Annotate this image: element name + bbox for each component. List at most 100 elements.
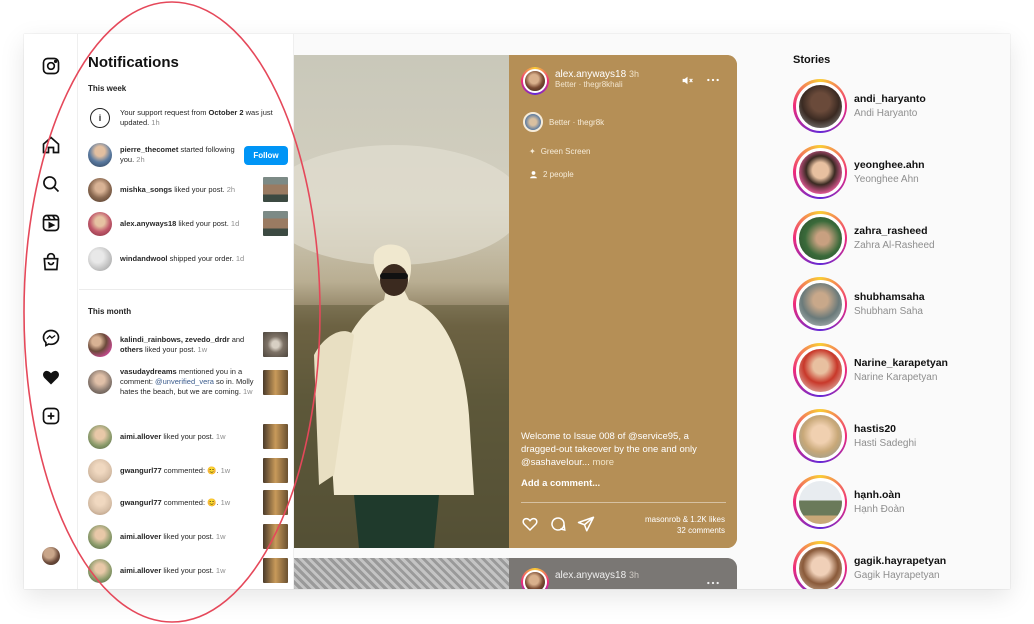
notification-item[interactable]: gwangurl77 commented: 😊. 1w <box>88 458 288 483</box>
share-icon[interactable] <box>577 515 595 533</box>
post-thumbnail[interactable] <box>263 524 288 549</box>
post-audio[interactable]: Better · thegr8khali <box>555 80 639 89</box>
post-thumbnail[interactable] <box>263 424 288 449</box>
story-username[interactable]: shubhamsaha <box>854 291 925 303</box>
post-photo[interactable] <box>294 55 509 548</box>
stories-panel: Stories andi_haryanto Andi Haryanto yeong… <box>764 34 1010 589</box>
story-avatar[interactable] <box>795 81 845 131</box>
effect-label[interactable]: ✦ Green Screen <box>529 147 591 156</box>
post-thumbnail[interactable] <box>263 332 288 357</box>
story-avatar[interactable] <box>795 543 845 589</box>
avatar[interactable] <box>88 458 112 483</box>
post-photo[interactable] <box>294 558 509 589</box>
post-author-name[interactable]: alex.anyways18 <box>555 69 626 80</box>
avatar[interactable] <box>88 247 112 271</box>
story-item[interactable]: zahra_rasheed Zahra Al-Rasheed <box>793 211 935 265</box>
reels-icon[interactable] <box>39 211 63 235</box>
story-username[interactable]: Narine_karapetyan <box>854 357 948 369</box>
story-fullname: Hạnh Đoàn <box>854 504 905 515</box>
story-avatar[interactable] <box>795 213 845 263</box>
story-item[interactable]: hạnh.oàn Hạnh Đoàn <box>793 475 905 529</box>
story-username[interactable]: yeonghee.ahn <box>854 159 925 171</box>
post-thumbnail[interactable] <box>263 490 288 515</box>
profile-avatar[interactable] <box>42 547 60 565</box>
notification-item[interactable]: vasudaydreams mentioned you in a comment… <box>88 367 288 397</box>
post-caption: Welcome to Issue 008 of @service95, a dr… <box>521 431 697 468</box>
left-nav-rail <box>24 34 78 589</box>
post-thumbnail[interactable] <box>263 211 288 236</box>
avatar[interactable] <box>88 524 112 549</box>
story-avatar[interactable] <box>795 279 845 329</box>
post-header: alex.anyways18 3h Better · thegr8khali <box>521 67 639 95</box>
notification-item[interactable]: aimi.allover liked your post. 1w <box>88 524 288 549</box>
add-comment-input[interactable]: Add a comment... <box>521 478 600 489</box>
avatar[interactable] <box>88 558 112 583</box>
info-icon: i <box>90 108 110 128</box>
create-icon[interactable] <box>39 404 63 428</box>
feed: alex.anyways18 3h Better · thegr8khali B… <box>294 34 764 589</box>
instagram-icon[interactable] <box>39 54 63 78</box>
messenger-icon[interactable] <box>39 326 63 350</box>
story-item[interactable]: shubhamsaha Shubham Saha <box>793 277 925 331</box>
story-username[interactable]: zahra_rasheed <box>854 225 935 237</box>
avatar[interactable] <box>88 370 112 394</box>
post-author-avatar[interactable] <box>521 568 549 589</box>
story-avatar[interactable] <box>795 345 845 395</box>
story-item[interactable]: andi_haryanto Andi Haryanto <box>793 79 926 133</box>
like-icon[interactable] <box>521 515 539 533</box>
avatar[interactable] <box>88 177 112 202</box>
notification-item[interactable]: pierre_thecomet started following you. 2… <box>88 143 288 167</box>
post-thumbnail[interactable] <box>263 177 288 202</box>
more-options-icon[interactable] <box>706 578 720 588</box>
post-thumbnail[interactable] <box>263 369 288 395</box>
likes-count[interactable]: masonrob & 1.2K likes <box>645 514 725 525</box>
post-thumbnail[interactable] <box>263 458 288 483</box>
home-icon[interactable] <box>39 133 63 157</box>
story-username[interactable]: hạnh.oàn <box>854 489 905 501</box>
story-avatar[interactable] <box>795 411 845 461</box>
mute-icon[interactable] <box>681 74 694 87</box>
caption-more-link[interactable]: more <box>592 457 614 468</box>
notification-item[interactable]: mishka_songs liked your post. 2h <box>88 177 288 202</box>
story-item[interactable]: gagik.hayrapetyan Gagik Hayrapetyan <box>793 541 946 589</box>
more-options-icon[interactable] <box>706 75 720 85</box>
avatar[interactable] <box>88 424 112 449</box>
notifications-title: Notifications <box>88 54 179 71</box>
avatar[interactable] <box>88 490 112 515</box>
track-avatar <box>523 112 543 132</box>
section-this-month: This month <box>88 307 132 316</box>
notification-item[interactable]: i Your support request from October 2 wa… <box>88 108 288 128</box>
person-icon <box>530 171 537 179</box>
story-item[interactable]: yeonghee.ahn Yeonghee Ahn <box>793 145 925 199</box>
story-avatar[interactable] <box>795 477 845 527</box>
comments-count[interactable]: 32 comments <box>645 525 725 536</box>
avatar[interactable] <box>88 143 112 167</box>
search-icon[interactable] <box>39 172 63 196</box>
post-header: alex.anyways18 3h <box>521 568 639 589</box>
post-photo-figure <box>294 145 509 548</box>
feed-post: alex.anyways18 3h Better · thegr8khali B… <box>294 55 737 548</box>
post-author-name[interactable]: alex.anyways18 <box>555 570 626 581</box>
story-item[interactable]: hastis20 Hasti Sadeghi <box>793 409 916 463</box>
comment-icon[interactable] <box>549 515 567 533</box>
post-author-avatar[interactable] <box>521 67 549 95</box>
story-item[interactable]: Narine_karapetyan Narine Karapetyan <box>793 343 948 397</box>
notification-item[interactable]: aimi.allover liked your post. 1w <box>88 558 288 583</box>
avatar[interactable] <box>88 332 112 357</box>
heart-icon[interactable] <box>39 365 63 389</box>
notification-item[interactable]: kalindi_rainbows, zevedo_drdr and others… <box>88 332 288 357</box>
notification-item[interactable]: windandwool shipped your order. 1d <box>88 247 288 271</box>
story-username[interactable]: andi_haryanto <box>854 93 926 105</box>
story-username[interactable]: gagik.hayrapetyan <box>854 555 946 567</box>
notification-item[interactable]: gwangurl77 commented: 😊. 1w <box>88 490 288 515</box>
story-avatar[interactable] <box>795 147 845 197</box>
avatar[interactable] <box>88 211 112 236</box>
tagged-people[interactable]: 2 people <box>529 170 574 179</box>
shop-icon[interactable] <box>39 250 63 274</box>
notification-item[interactable]: aimi.allover liked your post. 1w <box>88 424 288 449</box>
story-username[interactable]: hastis20 <box>854 423 916 435</box>
follow-button[interactable]: Follow <box>244 145 288 165</box>
post-thumbnail[interactable] <box>263 558 288 583</box>
notification-item[interactable]: alex.anyways18 liked your post. 1d <box>88 211 288 236</box>
audio-track[interactable]: Better · thegr8k <box>523 112 604 132</box>
